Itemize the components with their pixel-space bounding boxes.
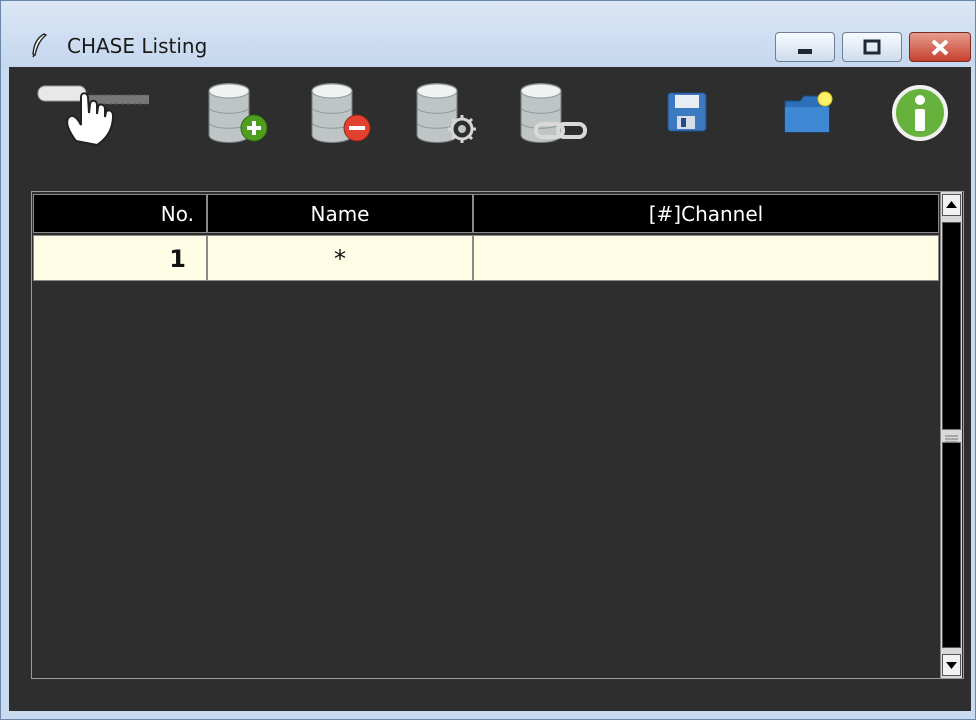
maximize-button[interactable] [842,32,902,62]
scroll-down-button[interactable] [942,654,961,676]
table-header: No. Name [#]Channel [33,194,939,233]
new-folder-icon[interactable] [783,91,835,137]
down-arrow-icon [946,662,957,669]
row-number-cell[interactable]: 1 [33,235,207,281]
title-bar[interactable]: CHASE Listing [1,1,975,67]
up-arrow-icon [946,201,957,208]
row-channel-cell[interactable] [473,235,939,281]
scrollbar-track[interactable] [942,222,961,648]
hand-pointer-icon[interactable] [33,79,155,149]
close-icon [931,39,949,56]
grip-icon [945,435,958,443]
column-header-name[interactable]: Name [207,194,473,233]
maximize-icon [863,39,881,55]
column-header-channel[interactable]: [#]Channel [473,194,939,233]
database-link-icon[interactable] [519,81,593,147]
database-settings-icon[interactable] [415,81,487,147]
table-row[interactable]: 1 * [33,235,939,281]
info-icon[interactable] [891,84,949,142]
database-add-icon[interactable] [207,81,279,147]
chase-listing-window: CHASE Listing No. Name [#]Channel 1 * [0,0,976,720]
close-button[interactable] [909,32,971,62]
toolbar [9,67,971,177]
scrollbar-thumb[interactable] [942,429,961,443]
row-name-cell[interactable]: * [207,235,473,281]
database-remove-icon[interactable] [310,81,382,147]
save-icon[interactable] [666,91,710,135]
scroll-up-button[interactable] [942,194,961,216]
feather-icon [32,33,48,58]
minimize-icon [798,49,812,54]
vertical-scrollbar[interactable] [940,192,962,678]
window-title: CHASE Listing [67,34,208,58]
column-header-no[interactable]: No. [33,194,207,233]
window-client-area: No. Name [#]Channel 1 * [9,67,971,711]
chase-table: No. Name [#]Channel 1 * [31,191,964,679]
minimize-button[interactable] [775,32,835,62]
